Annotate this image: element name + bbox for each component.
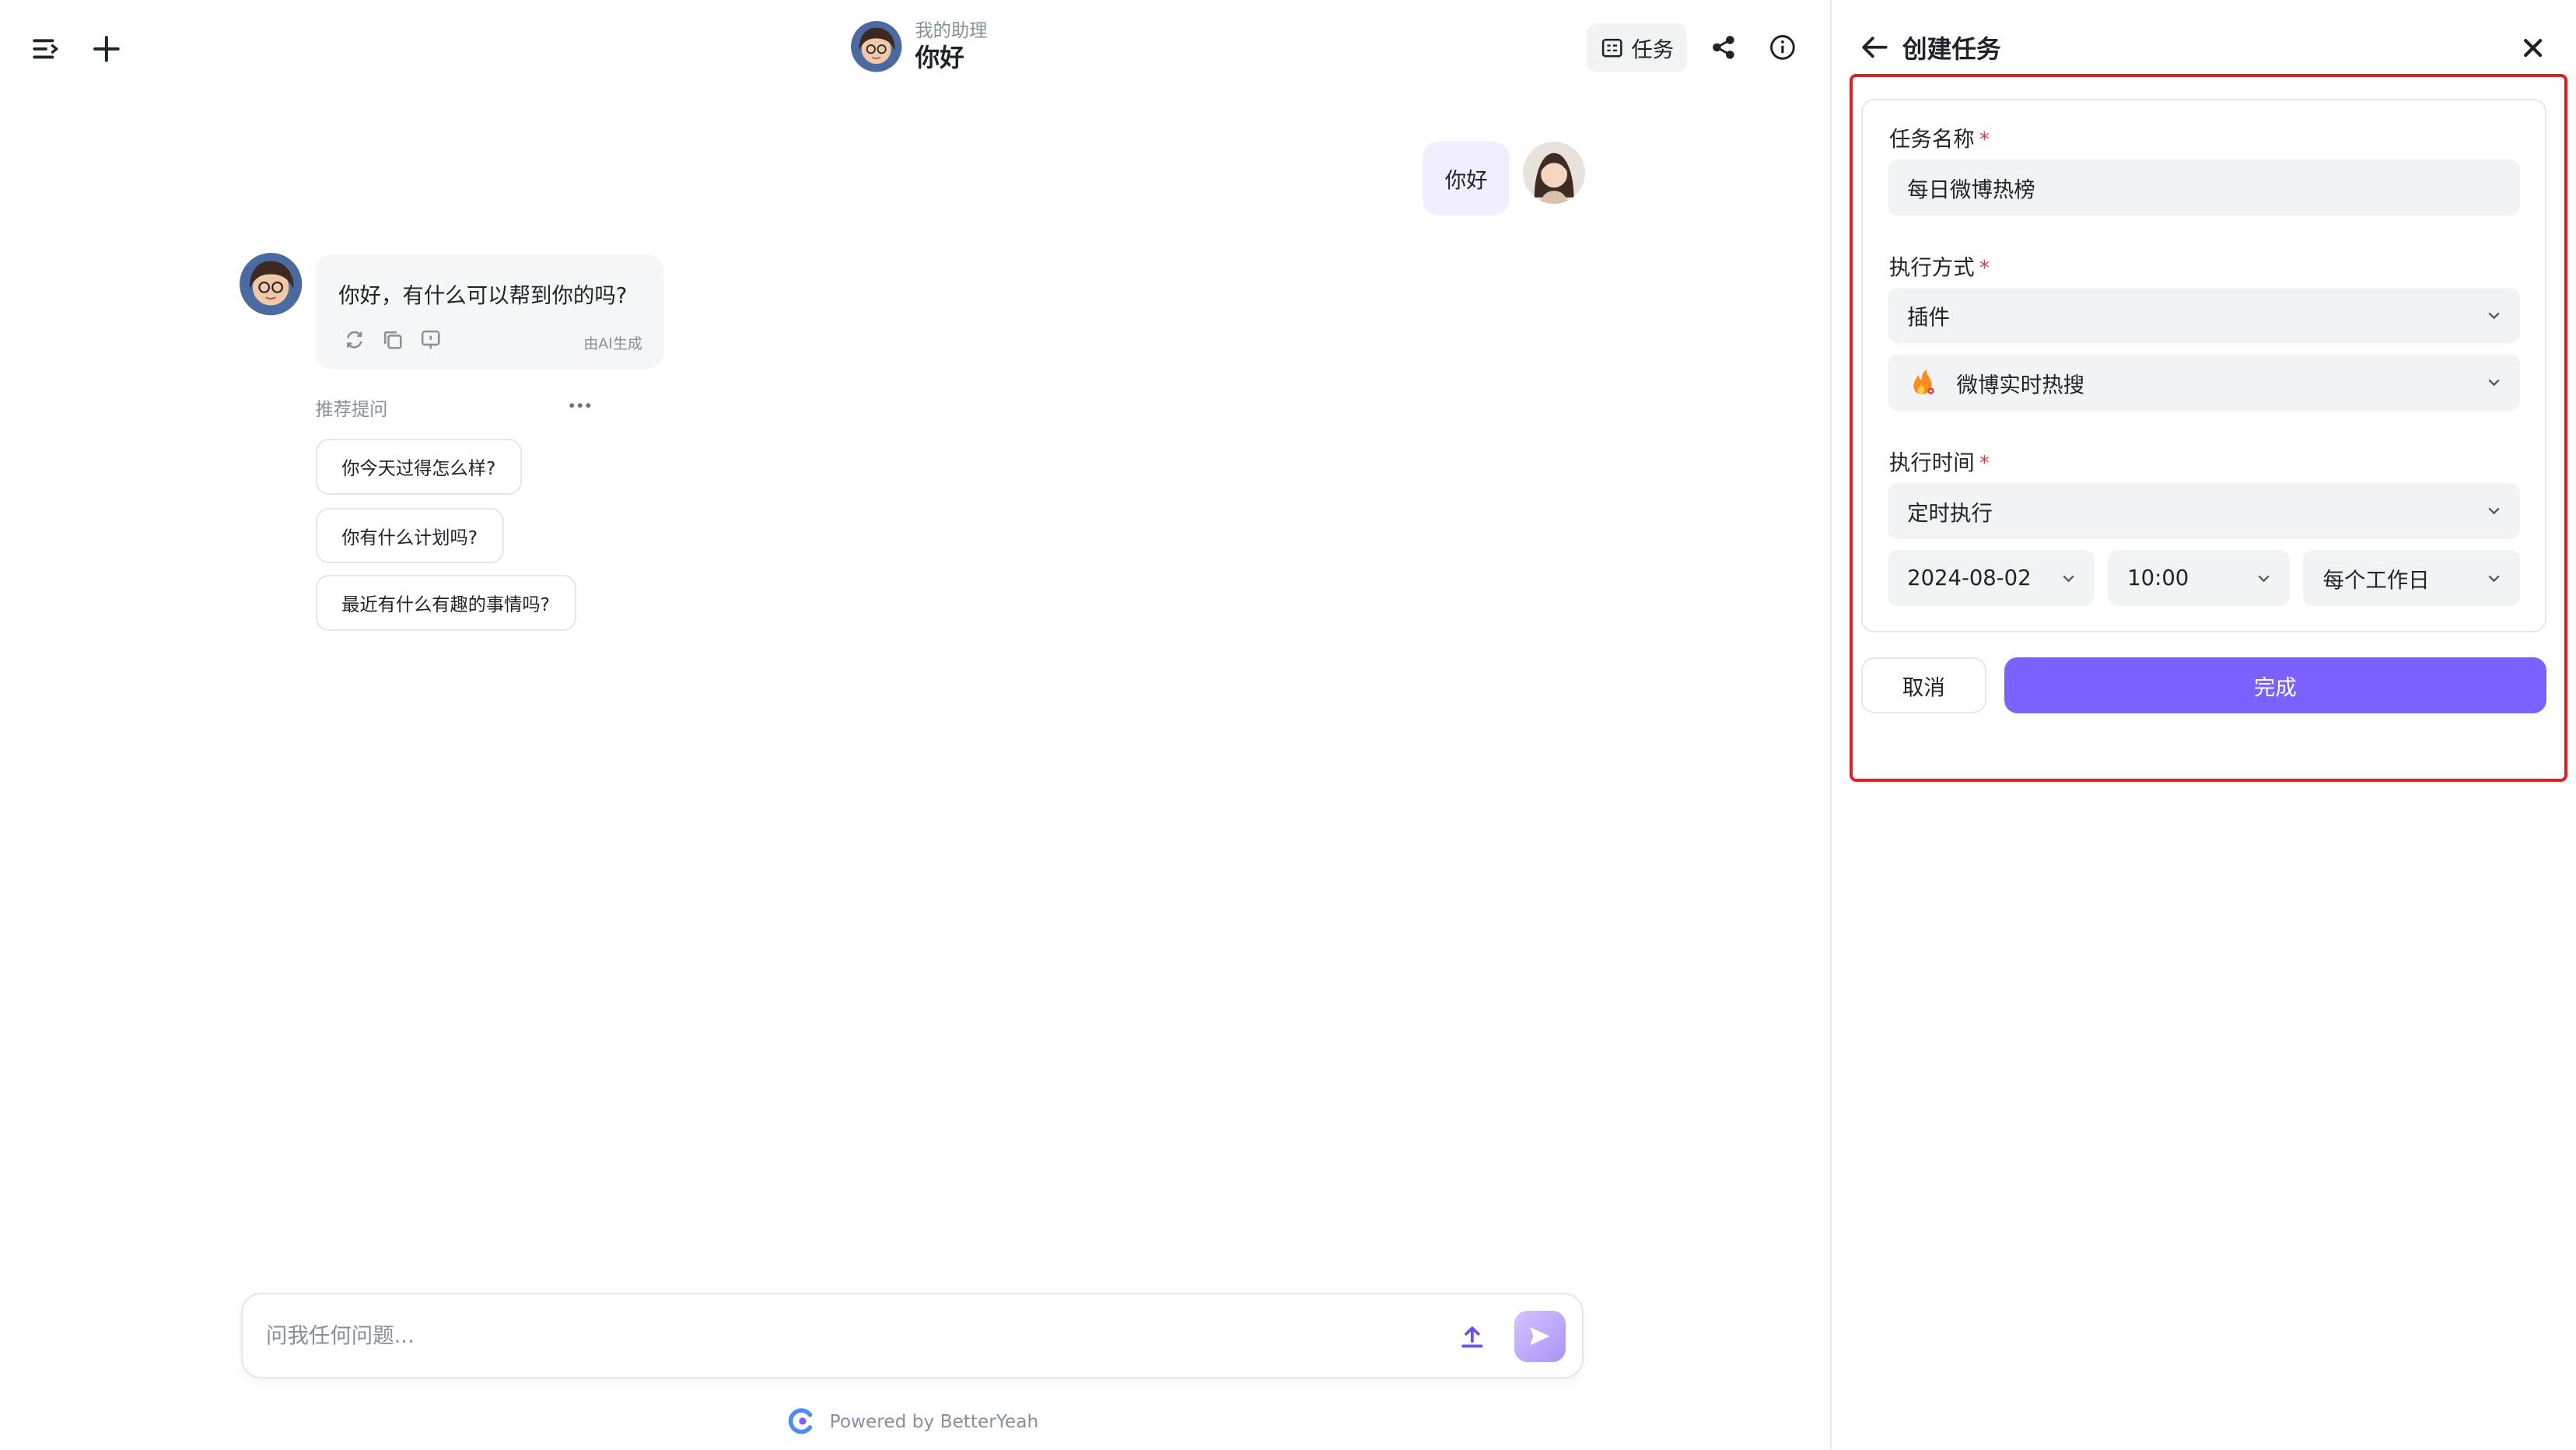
suggestions-label: 推荐提问 (315, 398, 388, 420)
cancel-button[interactable]: 取消 (1861, 657, 1986, 713)
bot-message-bubble: 你好，有什么可以帮到你的吗? 由AI生成 (315, 254, 664, 370)
betteryeah-logo-icon (788, 1408, 813, 1434)
task-name-field[interactable] (1887, 159, 2520, 215)
chevron-down-icon (2488, 507, 2500, 515)
message-actions (343, 328, 442, 352)
back-arrow-icon[interactable] (1858, 30, 1891, 65)
exec-method-label: 执行方式 * (1888, 255, 1990, 280)
assistant-name: 你好 (915, 44, 964, 72)
date-select[interactable]: 2024-08-02 (1887, 550, 2095, 607)
date-value: 2024-08-02 (1907, 566, 2032, 590)
task-name-input[interactable] (1907, 175, 2520, 200)
task-button-label: 任务 (1631, 38, 1675, 63)
bot-avatar (240, 253, 303, 316)
exec-method-select[interactable]: 插件 (1887, 287, 2520, 344)
schedule-select[interactable]: 定时执行 (1887, 482, 2520, 539)
panel-title: 创建任务 (1902, 36, 2001, 65)
exec-method-value: 插件 (1907, 306, 1950, 331)
assistant-subtitle: 我的助理 (915, 20, 988, 42)
schedule-value: 定时执行 (1907, 501, 1993, 526)
task-button[interactable]: 任务 (1587, 23, 1688, 72)
fire-icon (1907, 366, 1940, 399)
powered-by-text: Powered by BetterYeah (829, 1410, 1039, 1432)
chevron-down-icon (2488, 380, 2500, 387)
user-message: 你好 (1423, 141, 1510, 215)
message-input[interactable] (266, 1315, 1416, 1356)
chevron-down-icon (2488, 312, 2500, 320)
chevron-down-icon (2488, 575, 2500, 583)
bot-message: 你好，有什么可以帮到你的吗? (338, 283, 628, 308)
chevron-down-icon (2062, 575, 2074, 583)
time-value: 10:00 (2127, 566, 2189, 590)
info-icon[interactable] (1762, 28, 1802, 68)
plugin-value: 微博实时热搜 (1956, 373, 2085, 398)
user-message-row: 你好 (1423, 141, 1586, 215)
time-select[interactable]: 10:00 (2107, 550, 2291, 607)
send-icon (1530, 1327, 1550, 1346)
powered-by: Powered by BetterYeah (788, 1408, 1039, 1434)
exec-time-label: 执行时间 * (1888, 451, 1990, 476)
chat-area: 我的助理 你好 任务 你好 你好，有什么可以帮到你的吗? 由AI生成 推荐提问 … (0, 0, 1832, 1449)
send-button[interactable] (1514, 1311, 1566, 1362)
new-chat-icon[interactable] (87, 30, 127, 69)
close-icon[interactable] (2518, 31, 2548, 64)
suggestion-chip[interactable]: 最近有什么有趣的事情吗? (315, 575, 576, 632)
more-icon[interactable] (565, 391, 595, 421)
regenerate-icon[interactable] (343, 328, 366, 352)
create-task-panel: 创建任务 任务名称* 执行方式* 插件 微博实时热搜 执行时间* (1832, 0, 2576, 1449)
user-avatar (1522, 141, 1586, 204)
chevron-down-icon (2258, 575, 2270, 583)
done-button[interactable]: 完成 (2004, 657, 2546, 713)
suggestion-chip[interactable]: 你有什么计划吗? (315, 507, 504, 564)
repeat-select[interactable]: 每个工作日 (2303, 550, 2520, 607)
assistant-avatar (851, 21, 902, 72)
task-form: 任务名称* 执行方式* 插件 微博实时热搜 执行时间* 定时执行 (1861, 98, 2546, 633)
assistant-header: 我的助理 你好 (851, 19, 987, 74)
ai-generated-tag: 由AI生成 (583, 334, 642, 352)
task-name-label: 任务名称 * (1888, 128, 1990, 152)
task-list-icon (1602, 38, 1622, 58)
share-icon[interactable] (1703, 28, 1743, 68)
composer (241, 1293, 1584, 1379)
repeat-value: 每个工作日 (2322, 569, 2430, 594)
suggestion-chip[interactable]: 你今天过得怎么样? (315, 438, 522, 495)
upload-icon[interactable] (1455, 1321, 1488, 1354)
menu-icon[interactable] (26, 30, 66, 69)
feedback-icon[interactable] (419, 328, 443, 352)
plugin-select[interactable]: 微博实时热搜 (1887, 355, 2520, 411)
copy-icon[interactable] (381, 328, 404, 352)
